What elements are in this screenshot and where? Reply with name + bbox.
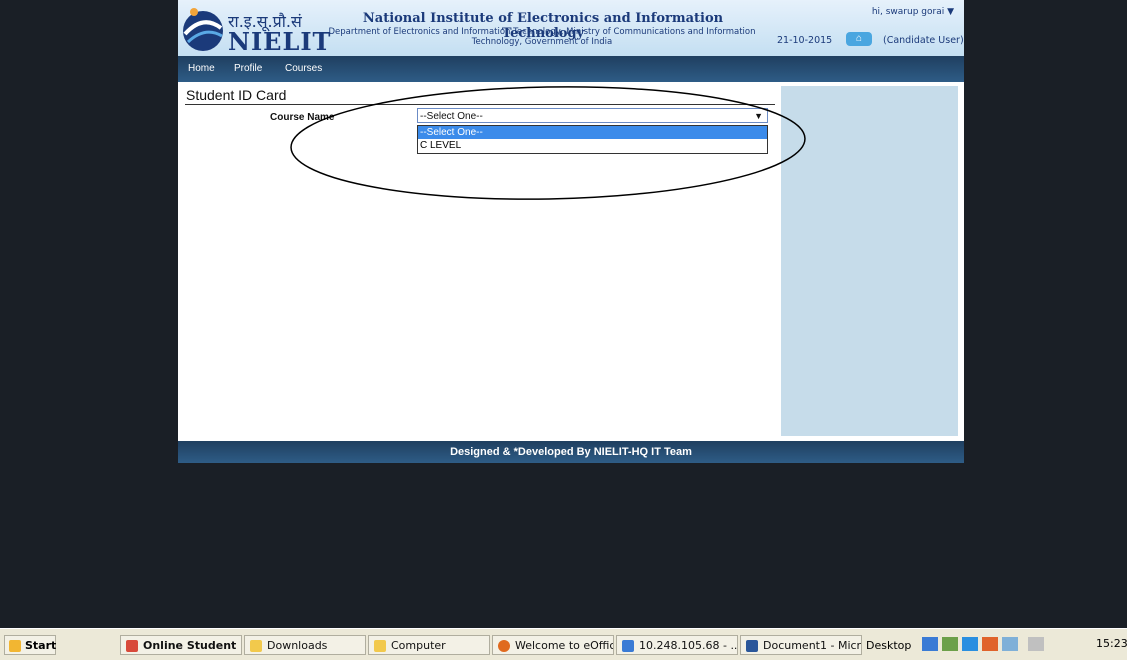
taskbar-item-document[interactable]: Document1 - Micr... — [740, 635, 862, 655]
option-c-level[interactable]: C LEVEL — [418, 139, 767, 152]
taskbar-label: Downloads — [267, 639, 328, 652]
taskbar-item-computer[interactable]: Computer — [368, 635, 490, 655]
course-name-select[interactable]: --Select One-- ▼ — [417, 108, 768, 123]
word-icon — [746, 640, 758, 652]
nav-home[interactable]: Home — [188, 63, 215, 74]
site-header: रा.इ.सू.प्रौ.सं NIELIT National Institut… — [178, 0, 964, 56]
system-tray-icons — [922, 635, 1048, 653]
network-status-icon[interactable] — [1028, 637, 1044, 651]
taskbar-item-remote[interactable]: 10.248.105.68 - ... — [616, 635, 738, 655]
user-type: (Candidate User) — [883, 35, 964, 46]
windows-logo-icon — [9, 640, 21, 652]
title-divider — [185, 104, 775, 105]
taskbar-label: Document1 - Micr... — [763, 639, 862, 652]
windows-taskbar: start Online Student ... Downloads Compu… — [0, 628, 1127, 660]
page-title: Student ID Card — [186, 87, 287, 103]
nav-bar: Home Profile Courses — [178, 56, 964, 82]
chrome-icon — [126, 640, 138, 652]
course-dropdown-list: --Select One-- C LEVEL — [417, 125, 768, 154]
taskbar-label: Computer — [391, 639, 446, 652]
site-footer: Designed & *Developed By NIELIT-HQ IT Te… — [178, 441, 964, 463]
network-icon — [622, 640, 634, 652]
taskbar-label: Online Student ... — [143, 639, 242, 652]
taskbar-item-online-student[interactable]: Online Student ... — [120, 635, 242, 655]
desktop-toolbar[interactable]: Desktop — [866, 639, 911, 652]
web-page: रा.इ.सू.प्रौ.सं NIELIT National Institut… — [178, 0, 964, 463]
folder-icon — [250, 640, 262, 652]
option-select-one[interactable]: --Select One-- — [418, 126, 767, 139]
taskbar-item-downloads[interactable]: Downloads — [244, 635, 366, 655]
current-date: 21-10-2015 — [777, 35, 833, 46]
start-label: start — [25, 639, 57, 652]
chevron-down-icon[interactable]: ▼ — [754, 109, 763, 124]
tray-icon[interactable] — [982, 637, 998, 651]
tray-icon[interactable] — [1002, 637, 1018, 651]
taskbar-label: Welcome to eOffic... — [515, 639, 613, 652]
org-subtitle: Department of Electronics and Informatio… — [328, 27, 756, 47]
home-icon[interactable]: ⌂ — [846, 32, 872, 46]
tray-icon[interactable] — [922, 637, 938, 651]
user-greeting-menu[interactable]: hi, swarup gorai ▼ — [872, 7, 954, 17]
folder-icon — [374, 640, 386, 652]
taskbar-item-eoffice[interactable]: Welcome to eOffic... — [492, 635, 614, 655]
course-select-value: --Select One-- — [420, 111, 483, 122]
firefox-icon — [498, 640, 510, 652]
nav-profile[interactable]: Profile — [234, 63, 262, 74]
course-name-label: Course Name — [270, 112, 335, 123]
taskbar-clock: 15:23 — [1096, 637, 1127, 650]
nav-courses[interactable]: Courses — [285, 63, 322, 74]
right-sidebar — [781, 86, 958, 436]
tray-icon[interactable] — [962, 637, 978, 651]
nielit-globe-logo — [183, 8, 223, 51]
taskbar-label: 10.248.105.68 - ... — [639, 639, 738, 652]
tray-icon[interactable] — [942, 637, 958, 651]
start-button[interactable]: start — [4, 635, 56, 655]
